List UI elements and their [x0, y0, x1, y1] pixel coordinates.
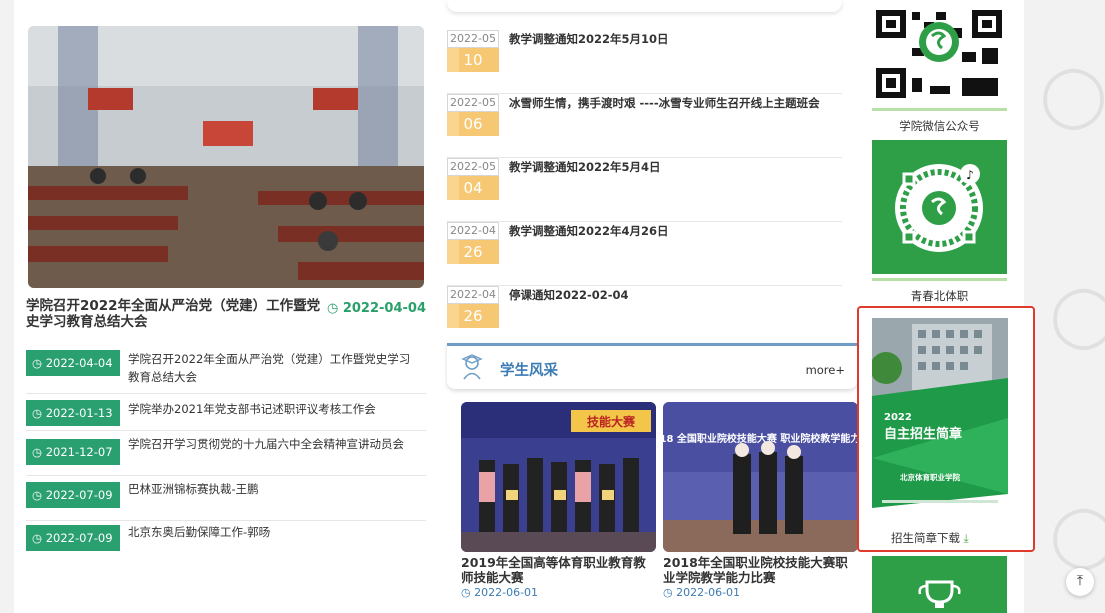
- top-panel-edge: [447, 0, 842, 12]
- news-item[interactable]: ◷ 2021-12-07 学院召开学习贯彻党的十九届六中全会精神宣讲动员会: [26, 431, 426, 476]
- student-card[interactable]: 技能大赛 2019年全国高等体育职业教育教师技能大赛 ◷ 2022-06-01: [461, 402, 656, 599]
- trophy-tile[interactable]: [872, 556, 1007, 613]
- notice-item[interactable]: 2022-04 26 停课通知2022-02-04: [447, 286, 842, 338]
- background-decoration-icon: ◯: [1050, 500, 1105, 570]
- student-style-title: 学生风采: [500, 363, 558, 379]
- notice-day: 26: [447, 304, 499, 328]
- wechat-qr-code: [872, 8, 1007, 104]
- notice-item[interactable]: 2022-05 10 教学调整通知2022年5月10日: [447, 30, 842, 94]
- news-date: ◷ 2022-01-13: [26, 400, 120, 426]
- news-date: ◷ 2022-07-09: [26, 482, 120, 508]
- notice-item[interactable]: 2022-05 04 教学调整通知2022年5月4日: [447, 158, 842, 222]
- download-icon: ⤓: [963, 531, 969, 545]
- clock-icon: ◷: [663, 586, 673, 599]
- card-banner-text: 技能大赛: [587, 414, 636, 429]
- notice-month: 2022-04: [447, 222, 499, 240]
- notice-month: 2022-04: [447, 286, 499, 304]
- notice-month: 2022-05: [447, 158, 499, 176]
- notice-day: 06: [447, 112, 499, 136]
- clock-icon: ◷: [32, 406, 43, 420]
- clock-icon: ◷: [32, 445, 43, 459]
- news-title[interactable]: 学院举办2021年党支部书记述职评议考核工作会: [128, 400, 418, 418]
- douyin-qr-box: ♪ 青春北体职: [872, 140, 1007, 304]
- brochure-download-card[interactable]: 2022 自主招生简章 北京体育职业学院 招生简章下载 ⤓: [857, 306, 1035, 552]
- news-title[interactable]: 北京东奥后勤保障工作-郭旸: [128, 523, 418, 541]
- student-card-photo[interactable]: 技能大赛: [461, 402, 656, 552]
- news-list: ◷ 2022-04-04 学院召开2022年全面从严治党（党建）工作暨党史学习教…: [26, 344, 426, 566]
- student-card-title[interactable]: 2018年全国职业院校技能大赛职业学院教学能力比赛: [663, 555, 858, 585]
- student-card-date: ◷ 2022-06-01: [663, 586, 741, 599]
- card-banner-text: 2018 全国职业院校技能大赛 职业院校教学能力比赛: [663, 432, 858, 445]
- brochure-download-link[interactable]: 招生简章下载 ⤓: [891, 530, 969, 546]
- news-item[interactable]: ◷ 2022-01-13 学院举办2021年党支部书记述职评议考核工作会: [26, 394, 426, 431]
- brochure-title: 自主招生简章: [884, 426, 962, 442]
- student-card-photo[interactable]: 2018 全国职业院校技能大赛 职业院校教学能力比赛: [663, 402, 858, 552]
- brochure-year: 2022: [884, 412, 912, 423]
- headline-title[interactable]: 学院召开2022年全面从严治党（党建）工作暨党史学习教育总结大会: [26, 298, 326, 330]
- divider: [872, 278, 1007, 281]
- clock-icon: ◷: [32, 488, 43, 502]
- news-date: ◷ 2022-07-09: [26, 525, 120, 551]
- arrow-up-icon: ⤒: [1076, 573, 1084, 589]
- news-title[interactable]: 学院召开学习贯彻党的十九届六中全会精神宣讲动员会: [128, 435, 418, 453]
- brochure-cover[interactable]: 2022 自主招生简章 北京体育职业学院: [870, 318, 1008, 522]
- back-to-top-button[interactable]: ⤒: [1066, 568, 1094, 596]
- clock-icon: ◷: [326, 301, 339, 316]
- student-card-date: ◷ 2022-06-01: [461, 586, 539, 599]
- more-link[interactable]: more+: [806, 363, 845, 377]
- wechat-label: 学院微信公众号: [899, 119, 980, 133]
- news-date: ◷ 2022-04-04: [26, 350, 120, 376]
- news-title[interactable]: 学院召开2022年全面从严治党（党建）工作暨党史学习教育总结大会: [128, 350, 418, 386]
- student-style-header: 学生风采 more+: [447, 343, 857, 389]
- notice-day: 10: [447, 48, 499, 72]
- background-decoration-icon: ◯: [1040, 60, 1105, 130]
- wechat-qr-box: 学院微信公众号: [872, 8, 1007, 134]
- student-card-title[interactable]: 2019年全国高等体育职业教育教师技能大赛: [461, 555, 656, 585]
- notice-title[interactable]: 教学调整通知2022年4月26日: [509, 223, 839, 239]
- notice-item[interactable]: 2022-04 26 教学调整通知2022年4月26日: [447, 222, 842, 286]
- headline-date: ◷ 2022-04-04: [326, 301, 426, 316]
- brochure-school: 北京体育职业学院: [900, 472, 960, 482]
- notice-month: 2022-05: [447, 30, 499, 48]
- clock-icon: ◷: [32, 356, 43, 370]
- news-item[interactable]: ◷ 2022-07-09 巴林亚洲锦标赛执裁-王鹏: [26, 476, 426, 521]
- notice-day: 04: [447, 176, 499, 200]
- clock-icon: ◷: [461, 586, 471, 599]
- notice-month: 2022-05: [447, 94, 499, 112]
- svg-text:♪: ♪: [966, 168, 974, 182]
- divider: [872, 108, 1007, 111]
- news-item[interactable]: ◷ 2022-04-04 学院召开2022年全面从严治党（党建）工作暨党史学习教…: [26, 344, 426, 394]
- news-date: ◷ 2021-12-07: [26, 439, 120, 465]
- notice-day: 26: [447, 240, 499, 264]
- notice-title[interactable]: 教学调整通知2022年5月10日: [509, 31, 839, 47]
- douyin-qr-code: ♪: [872, 140, 1007, 274]
- notice-title[interactable]: 停课通知2022-02-04: [509, 287, 839, 303]
- notice-title[interactable]: 教学调整通知2022年5月4日: [509, 159, 839, 175]
- headline[interactable]: 学院召开2022年全面从严治党（党建）工作暨党史学习教育总结大会 ◷ 2022-…: [26, 298, 426, 330]
- notice-title[interactable]: 冰雪师生情，携手渡时艰 ----冰雪专业师生召开线上主题班会: [509, 95, 839, 111]
- background-decoration-icon: ◯: [1050, 280, 1105, 350]
- news-photo[interactable]: [28, 26, 424, 288]
- notice-item[interactable]: 2022-05 06 冰雪师生情，携手渡时艰 ----冰雪专业师生召开线上主题班…: [447, 94, 842, 158]
- news-title[interactable]: 巴林亚洲锦标赛执裁-王鹏: [128, 480, 418, 498]
- news-item[interactable]: ◷ 2022-07-09 北京东奥后勤保障工作-郭旸: [26, 521, 426, 566]
- douyin-label: 青春北体职: [910, 289, 969, 303]
- clock-icon: ◷: [32, 531, 43, 545]
- student-icon: [461, 354, 483, 382]
- student-card[interactable]: 2018 全国职业院校技能大赛 职业院校教学能力比赛 2018年全国职业院校技能…: [663, 402, 858, 599]
- trophy-icon: [918, 580, 961, 608]
